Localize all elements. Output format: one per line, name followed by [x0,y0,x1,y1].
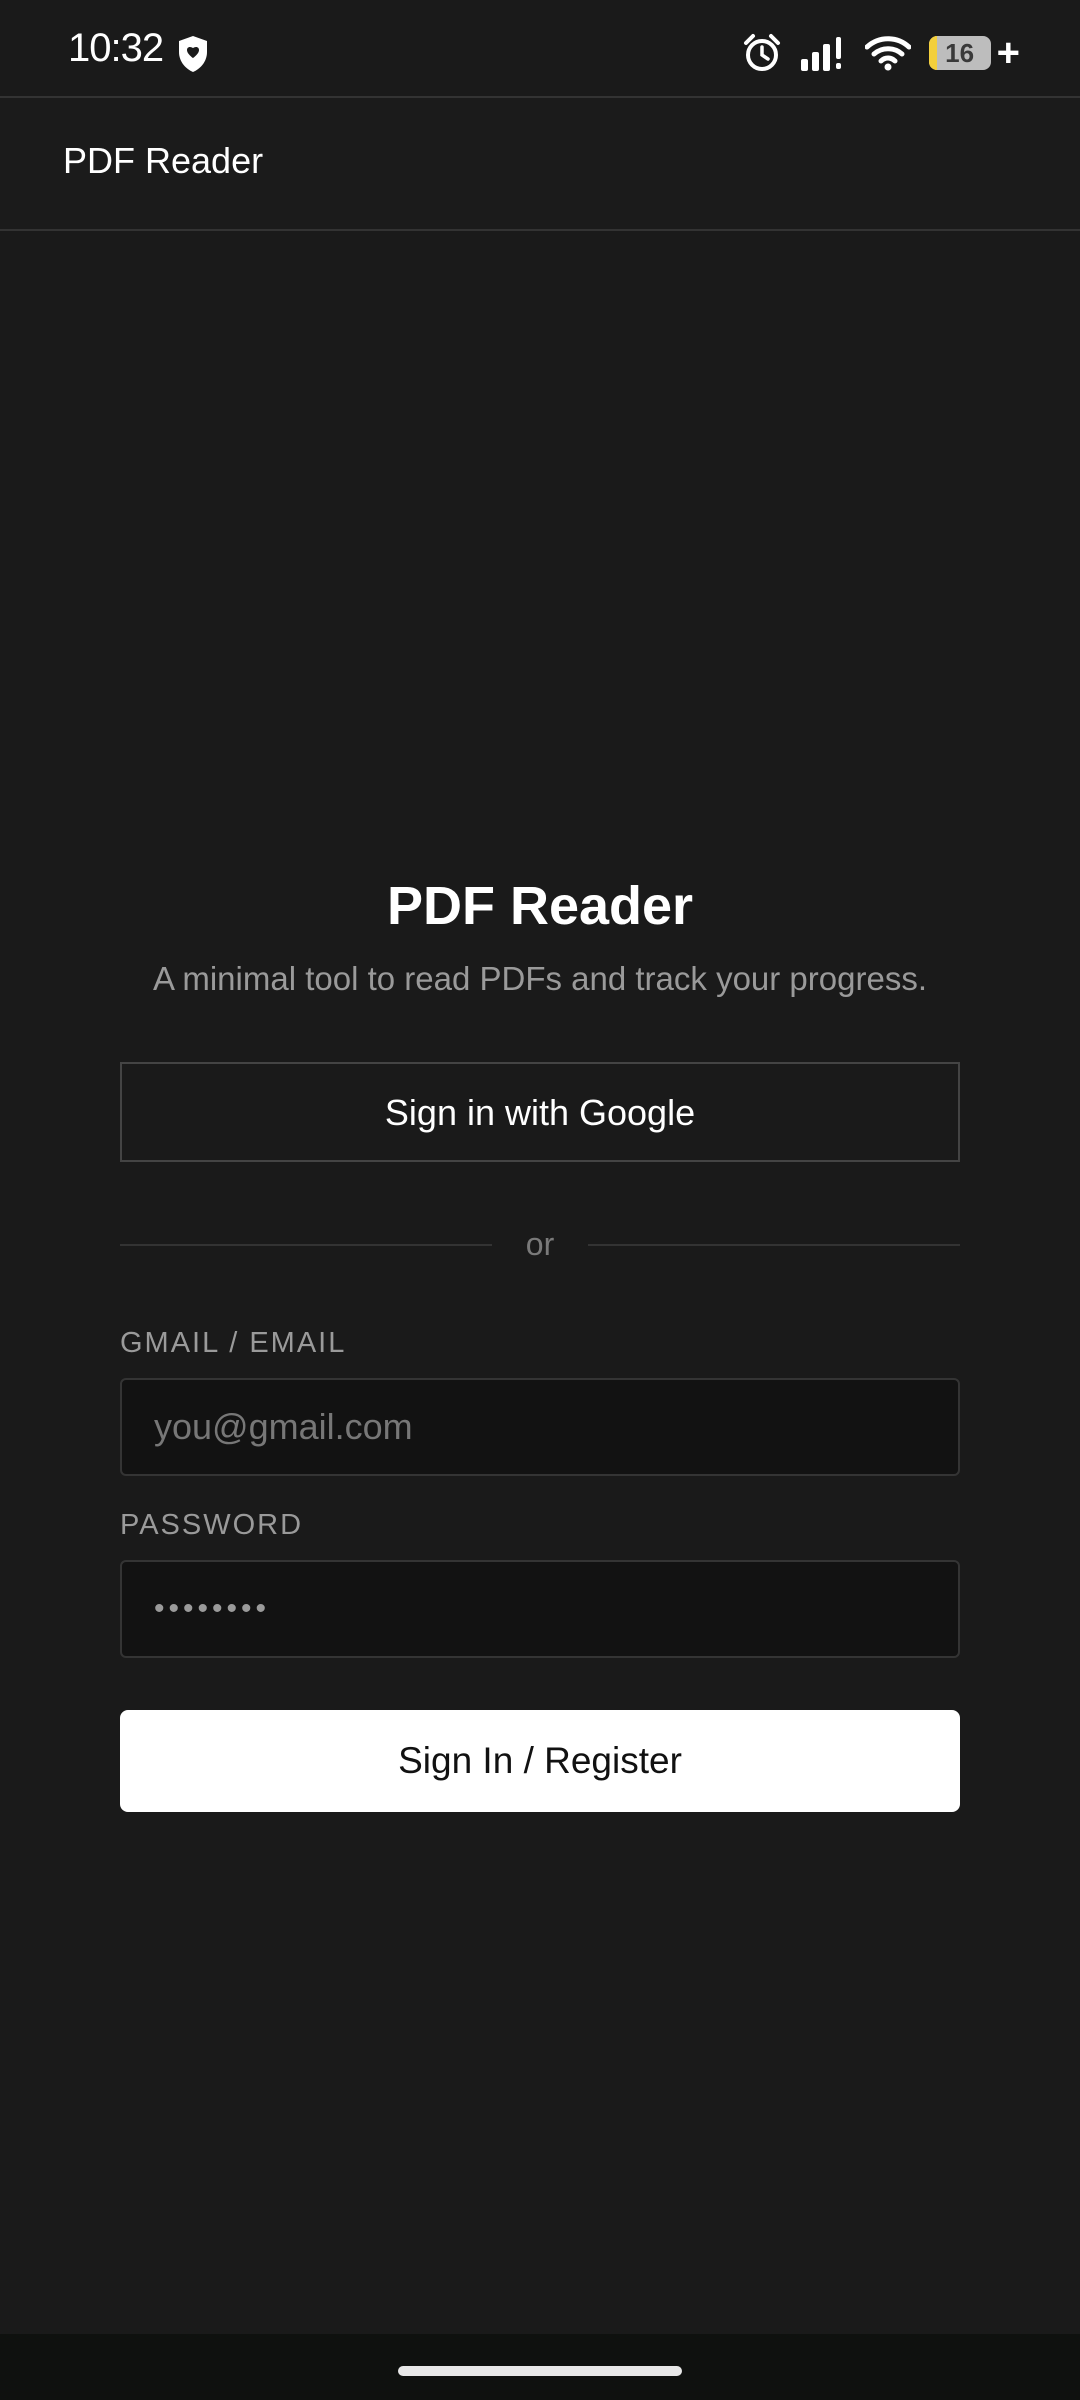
email-field[interactable] [120,1378,960,1476]
battery-level: 16 [945,38,975,68]
shield-icon [179,36,207,72]
app-bar-title: PDF Reader [63,140,264,181]
sign-in-form: PDF Reader A minimal tool to read PDFs a… [120,870,960,1812]
status-time: 10:32 [68,26,164,70]
page-title: PDF Reader [386,876,694,936]
divider-line-right [588,1244,960,1246]
charging-plus-icon: + [996,31,1020,75]
page-subtitle: A minimal tool to read PDFs and track yo… [153,960,927,997]
google-sign-in-button[interactable]: Sign in with Google [120,1062,960,1162]
or-divider: or [120,1224,960,1264]
home-indicator[interactable] [398,2366,682,2376]
battery-icon: 16 [928,36,991,70]
password-label: PASSWORD [120,1509,304,1541]
status-bar: 10:32 16 + [0,0,1080,96]
sign-in-register-button[interactable]: Sign In / Register [120,1710,960,1812]
status-icons: 16 + [743,28,1020,78]
alarm-icon [743,34,780,71]
wifi-icon [864,36,911,71]
signal-icon [800,37,841,71]
email-label: GMAIL / EMAIL [120,1327,347,1359]
password-field[interactable] [120,1560,960,1658]
navigation-bar [0,2334,1080,2400]
app-bar: PDF Reader [0,96,1080,231]
